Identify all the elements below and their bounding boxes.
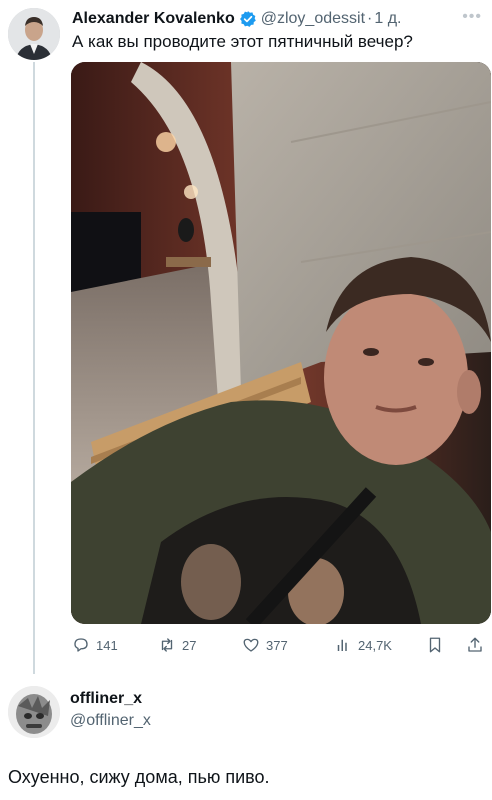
like-count: 377 [266,637,288,653]
verified-badge-icon [239,11,256,27]
author-avatar[interactable] [8,8,60,60]
tweet-text: А как вы проводите этот пятничный вечер? [72,32,413,51]
tweet-header: Alexander Kovalenko @zloy_odessit · 1 д.… [72,8,482,30]
more-horizontal-icon[interactable]: ••• [462,8,482,26]
heart-icon [243,638,259,652]
tweet-actions-bar: 141 27 377 24,7K [72,634,490,656]
reply-author-avatar[interactable] [8,686,60,738]
author-handle[interactable]: @zloy_odessit [261,10,365,28]
photo-illustration [71,62,491,624]
views-chart-icon [337,639,347,651]
bookmark-button[interactable] [426,634,444,656]
bookmark-icon [429,637,441,653]
retweet-count: 27 [182,637,197,653]
share-icon [468,637,482,652]
reply-icon [74,638,88,652]
retweet-icon [161,638,173,652]
separator-dot: · [367,10,373,27]
reply-author-name[interactable]: offliner_x [70,690,142,708]
share-button[interactable] [466,634,484,656]
reply-button[interactable]: 141 [72,634,118,656]
tweet-photo[interactable] [71,62,491,624]
reply-author-handle[interactable]: @offliner_x [70,712,151,730]
thread-connector-line [33,62,35,674]
tweet-timestamp[interactable]: 1 д. [374,10,401,28]
views-count: 24,7K [358,637,392,653]
reply-count: 141 [96,637,118,653]
reply-text: Охуенно, сижу дома, пью пиво. [8,767,270,787]
views-button[interactable]: 24,7K [334,634,392,656]
like-button[interactable]: 377 [242,634,288,656]
retweet-button[interactable]: 27 [158,634,196,656]
author-name[interactable]: Alexander Kovalenko [72,10,235,28]
